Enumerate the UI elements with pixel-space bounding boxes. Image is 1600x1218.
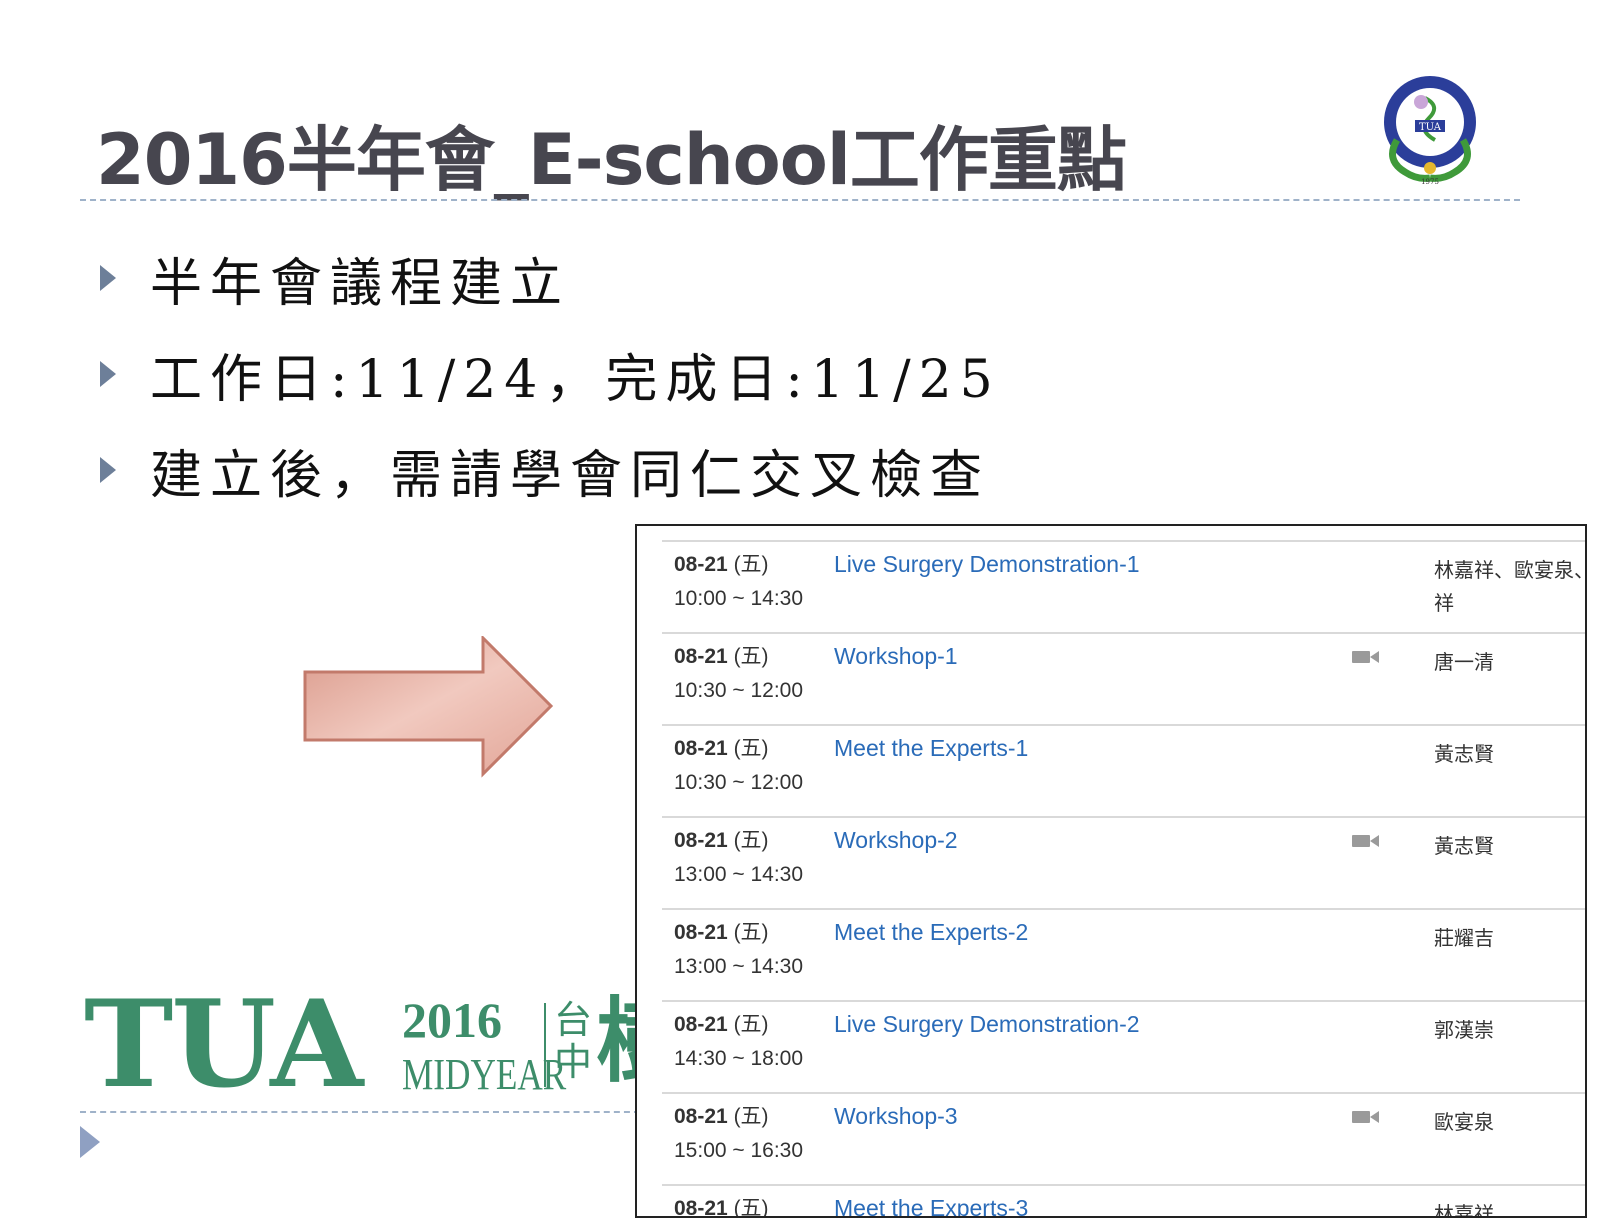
bullet-list: 半年會議程建立 工作日:11/24，完成日:11/25 建立後，需請學會同仁交叉… <box>100 230 1001 518</box>
bullet-text: 建立後，需請學會同仁交叉檢查 <box>150 445 991 506</box>
triangle-bullet-icon <box>100 265 116 291</box>
triangle-bullet-icon <box>100 457 116 483</box>
tua-midyear-brand: TUA 2016 MIDYEAR 台 中 樹 <box>84 985 688 1115</box>
session-time: 10:30 ~ 12:00 <box>674 679 804 702</box>
right-arrow-icon <box>303 636 554 778</box>
session-date: 08-21 (五) <box>674 737 769 760</box>
session-time: 15:00 ~ 16:30 <box>674 1139 804 1162</box>
video-camera-icon[interactable] <box>1352 649 1380 665</box>
session-title-link[interactable]: Workshop-2 <box>834 829 958 852</box>
session-time: 13:00 ~ 14:30 <box>674 955 804 978</box>
session-speaker: 歐宴泉 <box>1434 1110 1494 1134</box>
session-time: 10:30 ~ 12:00 <box>674 771 804 794</box>
session-title-link[interactable]: Live Surgery Demonstration-2 <box>834 1013 1140 1036</box>
brand-city-bottom: 中 <box>554 1040 593 1084</box>
logo-tua-text: TUA <box>1419 122 1442 133</box>
session-title-link[interactable]: Workshop-3 <box>834 1105 958 1128</box>
session-title-link[interactable]: Meet the Experts-1 <box>834 737 1028 760</box>
session-speaker: 林嘉祥 <box>1434 1202 1494 1218</box>
session-title-link[interactable]: Workshop-1 <box>834 645 958 668</box>
agenda-row[interactable]: 08-21 (五) 10:30 ~ 12:00 Meet the Experts… <box>662 724 1585 816</box>
bullet-item: 工作日:11/24，完成日:11/25 <box>100 326 1001 422</box>
session-date: 08-21 (五) <box>674 645 769 668</box>
brand-midyear: MIDYEAR <box>402 1050 567 1099</box>
agenda-row[interactable]: 08-21 (五) 10:30 ~ 12:00 Workshop-1 唐一清 <box>662 632 1585 724</box>
agenda-row[interactable]: 08-21 (五) 14:30 ~ 18:00 Live Surgery Dem… <box>662 1000 1585 1092</box>
agenda-row[interactable]: 08-21 (五) 15:00 ~ 16:30 Workshop-3 歐宴泉 <box>662 1092 1585 1184</box>
agenda-row[interactable]: 08-21 (五) 10:00 ~ 14:30 Live Surgery Dem… <box>662 540 1585 632</box>
session-date: 08-21 (五) <box>674 1105 769 1128</box>
session-speaker: 林嘉祥、歐宴泉、吳兆祥 <box>1434 558 1585 615</box>
brand-tua: TUA <box>84 974 363 1115</box>
session-date: 08-21 (五) <box>674 1197 769 1218</box>
session-time: 10:00 ~ 14:30 <box>674 587 804 610</box>
session-time: 14:30 ~ 18:00 <box>674 1047 804 1070</box>
session-title-link[interactable]: Live Surgery Demonstration-1 <box>834 553 1140 576</box>
triangle-bullet-icon <box>100 361 116 387</box>
slide-title: 2016半年會_E-school工作重點 <box>96 119 1127 201</box>
footer-triangle-icon <box>80 1126 100 1158</box>
footer-divider <box>80 1111 640 1113</box>
session-speaker: 莊耀吉 <box>1434 926 1494 950</box>
session-date: 08-21 (五) <box>674 829 769 852</box>
agenda-row[interactable]: 08-21 (五) 13:00 ~ 14:30 Workshop-2 黃志賢 <box>662 816 1585 908</box>
session-date: 08-21 (五) <box>674 553 769 576</box>
bullet-item: 半年會議程建立 <box>100 230 1001 326</box>
agenda-row[interactable]: 08-21 (五) Meet the Experts-3 林嘉祥 <box>662 1184 1585 1218</box>
bullet-text: 半年會議程建立 <box>150 253 571 314</box>
brand-divider <box>544 1003 546 1087</box>
brand-city-top: 台 <box>554 998 593 1042</box>
bullet-text: 工作日:11/24，完成日:11/25 <box>150 349 1001 410</box>
brand-city: 台 中 <box>554 999 594 1083</box>
session-date: 08-21 (五) <box>674 921 769 944</box>
session-speaker: 黃志賢 <box>1434 834 1494 858</box>
session-title-link[interactable]: Meet the Experts-2 <box>834 921 1028 944</box>
logo-year: 1975 <box>1421 178 1439 186</box>
session-speaker: 郭漢崇 <box>1434 1018 1494 1042</box>
tua-emblem-logo: TUA 1975 <box>1384 76 1476 186</box>
bullet-item: 建立後，需請學會同仁交叉檢查 <box>100 422 1001 518</box>
session-title-link[interactable]: Meet the Experts-3 <box>834 1197 1028 1217</box>
brand-year: 2016 <box>402 992 502 1048</box>
agenda-screenshot: 08-21 (五) 10:00 ~ 14:30 Live Surgery Dem… <box>635 524 1587 1218</box>
session-speaker: 唐一清 <box>1434 650 1494 674</box>
agenda-row[interactable]: 08-21 (五) 13:00 ~ 14:30 Meet the Experts… <box>662 908 1585 1000</box>
session-date: 08-21 (五) <box>674 1013 769 1036</box>
session-speaker: 黃志賢 <box>1434 742 1494 766</box>
session-time: 13:00 ~ 14:30 <box>674 863 804 886</box>
video-camera-icon[interactable] <box>1352 1109 1380 1125</box>
video-camera-icon[interactable] <box>1352 833 1380 849</box>
agenda-list: 08-21 (五) 10:00 ~ 14:30 Live Surgery Dem… <box>662 540 1585 1218</box>
title-divider <box>80 199 1520 201</box>
